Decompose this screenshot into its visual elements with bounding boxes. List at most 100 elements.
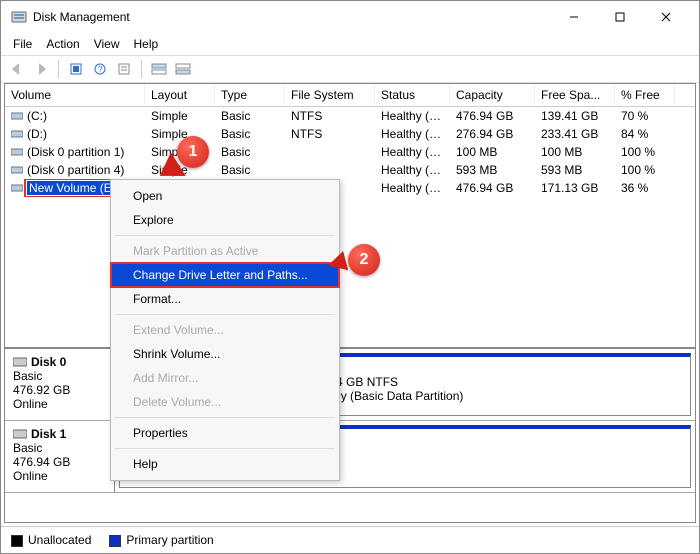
cell-free: 593 MB <box>535 161 615 179</box>
context-menu-item[interactable]: Open <box>111 184 339 208</box>
cell-status: Healthy (E... <box>375 143 450 161</box>
disk-block-0: Disk 0 Basic 476.92 GB Online c Dat 593 … <box>5 349 695 421</box>
cell-volume: (D:) <box>27 127 47 141</box>
disk-block-1: Disk 1 Basic 476.94 GB Online New Volume… <box>5 421 695 493</box>
cell-capacity: 276.94 GB <box>450 125 535 143</box>
disk-type: Basic <box>13 369 106 383</box>
col-status[interactable]: Status <box>375 84 450 106</box>
context-menu-separator <box>115 314 335 315</box>
minimize-button[interactable] <box>551 1 597 33</box>
context-menu-item[interactable]: Format... <box>111 287 339 311</box>
col-volume[interactable]: Volume <box>5 84 145 106</box>
col-pctfree[interactable]: % Free <box>615 84 675 106</box>
table-row[interactable]: (Disk 0 partition 1) Simple Basic Health… <box>5 143 695 161</box>
cell-status: Healthy (P... <box>375 179 450 197</box>
menu-help[interactable]: Help <box>128 35 165 53</box>
drive-icon <box>11 146 23 158</box>
disk-info-side: Disk 0 Basic 476.92 GB Online <box>5 349 115 420</box>
col-capacity[interactable]: Capacity <box>450 84 535 106</box>
window-frame: Disk Management File Action View Help ? <box>0 0 700 554</box>
context-menu-separator <box>115 235 335 236</box>
svg-text:?: ? <box>98 65 103 74</box>
cell-volume: (Disk 0 partition 1) <box>27 145 124 159</box>
cell-free: 171.13 GB <box>535 179 615 197</box>
cell-layout: Simple <box>145 107 215 125</box>
disk-name: Disk 0 <box>31 355 66 369</box>
properties-button[interactable] <box>114 59 134 79</box>
table-row[interactable]: (Disk 0 partition 4) Simple Basic Health… <box>5 161 695 179</box>
partition-box[interactable]: (D:) 276.94 GB NTFS Healthy (Basic Data … <box>299 353 691 416</box>
context-menu-item: Delete Volume... <box>111 390 339 414</box>
cell-free: 139.41 GB <box>535 107 615 125</box>
cell-pct: 84 % <box>615 125 675 143</box>
cell-type: Basic <box>215 161 285 179</box>
cell-capacity: 476.94 GB <box>450 179 535 197</box>
col-freespace[interactable]: Free Spa... <box>535 84 615 106</box>
partition-size: 276.94 GB NTFS <box>306 375 684 389</box>
cell-capacity: 100 MB <box>450 143 535 161</box>
help-button[interactable]: ? <box>90 59 110 79</box>
drive-icon <box>11 110 23 122</box>
context-menu-item[interactable]: Change Drive Letter and Paths... <box>111 263 339 287</box>
view-bottom-button[interactable] <box>173 59 193 79</box>
toolbar: ? <box>1 55 699 83</box>
cell-pct: 100 % <box>615 143 675 161</box>
disk-name: Disk 1 <box>31 427 66 441</box>
col-type[interactable]: Type <box>215 84 285 106</box>
context-menu-item[interactable]: Explore <box>111 208 339 232</box>
col-layout[interactable]: Layout <box>145 84 215 106</box>
cell-type: Basic <box>215 143 285 161</box>
context-menu-separator <box>115 417 335 418</box>
cell-status: Healthy (B... <box>375 125 450 143</box>
context-menu-item[interactable]: Help <box>111 452 339 476</box>
view-top-button[interactable] <box>149 59 169 79</box>
disk-icon <box>13 356 27 368</box>
context-menu-separator <box>115 448 335 449</box>
disk-state: Online <box>13 397 106 411</box>
menu-action[interactable]: Action <box>40 35 85 53</box>
table-row[interactable]: (C:) Simple Basic NTFS Healthy (B... 476… <box>5 107 695 125</box>
window-title: Disk Management <box>33 10 551 24</box>
table-row-selected[interactable]: New Volume (E:) Simple Basic NTFS Health… <box>5 179 695 197</box>
cell-volume: New Volume (E:) <box>27 181 121 195</box>
menu-file[interactable]: File <box>7 35 38 53</box>
menu-view[interactable]: View <box>88 35 126 53</box>
table-header: Volume Layout Type File System Status Ca… <box>5 84 695 107</box>
callout-pointer <box>326 251 349 275</box>
volume-table: Volume Layout Type File System Status Ca… <box>5 84 695 197</box>
cell-pct: 70 % <box>615 107 675 125</box>
disk-info-side: Disk 1 Basic 476.94 GB Online <box>5 421 115 492</box>
context-menu-item: Extend Volume... <box>111 318 339 342</box>
menubar: File Action View Help <box>1 33 699 55</box>
disk-state: Online <box>13 469 106 483</box>
disk-icon <box>13 428 27 440</box>
legend-primary: Primary partition <box>109 533 213 547</box>
cell-fs <box>285 143 375 161</box>
table-row[interactable]: (D:) Simple Basic NTFS Healthy (B... 276… <box>5 125 695 143</box>
cell-status: Healthy (R... <box>375 161 450 179</box>
cell-free: 233.41 GB <box>535 125 615 143</box>
close-button[interactable] <box>643 1 689 33</box>
disk-size: 476.94 GB <box>13 455 106 469</box>
cell-volume: (Disk 0 partition 4) <box>27 163 124 177</box>
context-menu-item[interactable]: Properties <box>111 421 339 445</box>
disk-graphical-view: Disk 0 Basic 476.92 GB Online c Dat 593 … <box>5 347 695 493</box>
context-menu-item: Mark Partition as Active <box>111 239 339 263</box>
maximize-button[interactable] <box>597 1 643 33</box>
cell-pct: 36 % <box>615 179 675 197</box>
cell-capacity: 476.94 GB <box>450 107 535 125</box>
cell-type: Basic <box>215 125 285 143</box>
cell-capacity: 593 MB <box>450 161 535 179</box>
refresh-button[interactable] <box>66 59 86 79</box>
cell-status: Healthy (B... <box>375 107 450 125</box>
col-filesystem[interactable]: File System <box>285 84 375 106</box>
partition-status: Healthy (Basic Data Partition) <box>306 389 684 403</box>
context-menu-item[interactable]: Shrink Volume... <box>111 342 339 366</box>
drive-icon <box>11 128 23 140</box>
context-menu-item: Add Mirror... <box>111 366 339 390</box>
legend-label: Unallocated <box>28 533 91 547</box>
drive-icon <box>11 164 23 176</box>
disk-type: Basic <box>13 441 106 455</box>
disk-size: 476.92 GB <box>13 383 106 397</box>
cell-volume: (C:) <box>27 109 47 123</box>
